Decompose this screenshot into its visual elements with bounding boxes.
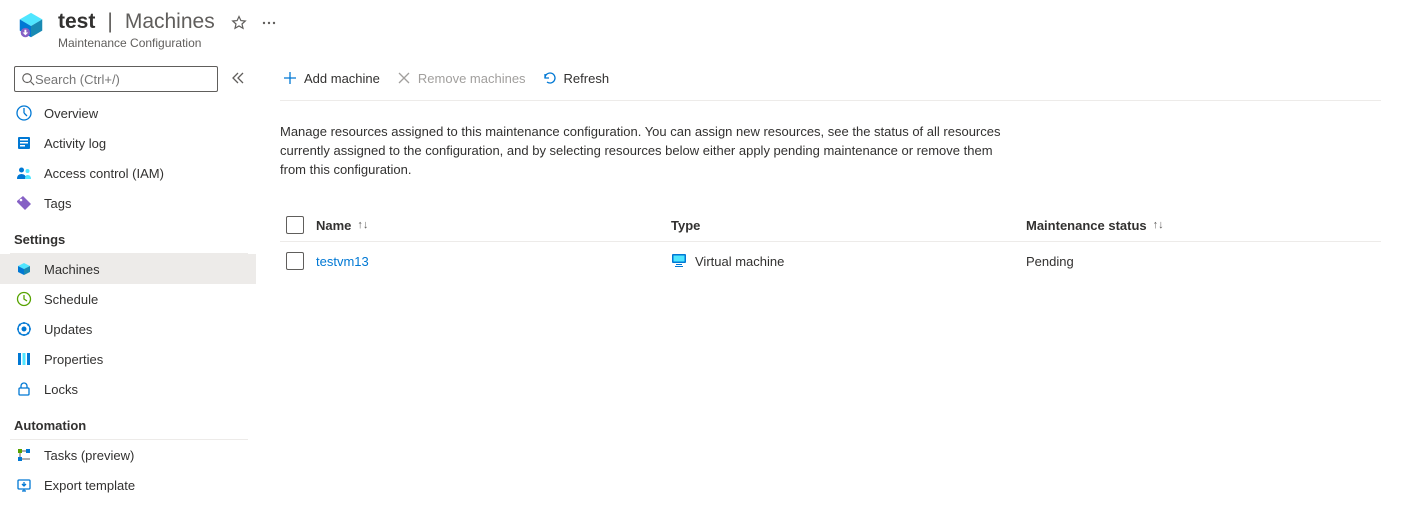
select-all-checkbox[interactable]	[286, 216, 304, 234]
schedule-icon	[16, 291, 32, 307]
collapse-sidebar-button[interactable]	[228, 68, 248, 91]
description-text: Manage resources assigned to this mainte…	[280, 101, 1020, 180]
activity-log-icon	[16, 135, 32, 151]
tasks-icon	[16, 447, 32, 463]
sidebar-section-settings: Settings	[0, 218, 256, 253]
page-header: test | Machines Maintenance Configuratio…	[0, 0, 1405, 60]
overview-icon	[16, 105, 32, 121]
sidebar-item-export-template[interactable]: Export template	[0, 470, 256, 500]
column-type[interactable]: Type	[671, 210, 1026, 241]
remove-machines-button: Remove machines	[394, 66, 528, 90]
sidebar-item-label: Overview	[44, 106, 98, 121]
machines-icon	[16, 261, 32, 277]
x-icon	[396, 70, 412, 86]
sidebar-item-updates[interactable]: Updates	[0, 314, 256, 344]
locks-icon	[16, 381, 32, 397]
sidebar-item-label: Schedule	[44, 292, 98, 307]
sidebar-item-properties[interactable]: Properties	[0, 344, 256, 374]
refresh-icon	[542, 70, 558, 86]
sidebar-item-locks[interactable]: Locks	[0, 374, 256, 404]
sidebar-item-label: Tasks (preview)	[44, 448, 134, 463]
sidebar-item-label: Properties	[44, 352, 103, 367]
search-input[interactable]	[35, 72, 211, 87]
sort-icon: ↑↓	[1153, 219, 1164, 231]
resource-link[interactable]: testvm13	[316, 254, 369, 269]
toolbar-label: Add machine	[304, 71, 380, 86]
column-label: Type	[671, 218, 700, 233]
plus-icon	[282, 70, 298, 86]
updates-icon	[16, 321, 32, 337]
sidebar-item-tags[interactable]: Tags	[0, 188, 256, 218]
maintenance-config-icon	[16, 10, 46, 43]
section-title: Machines	[125, 10, 215, 34]
more-actions-icon[interactable]	[261, 15, 277, 34]
title-separator: |	[105, 10, 114, 34]
sidebar-item-tasks[interactable]: Tasks (preview)	[0, 440, 256, 470]
sort-icon: ↑↓	[357, 219, 368, 231]
access-control-icon	[16, 165, 32, 181]
toolbar-label: Refresh	[564, 71, 610, 86]
sidebar-item-activity-log[interactable]: Activity log	[0, 128, 256, 158]
resource-name: test	[58, 10, 95, 34]
sidebar-item-label: Access control (IAM)	[44, 166, 164, 181]
table-header: Name ↑↓ Type Maintenance status ↑↓	[280, 210, 1381, 242]
tags-icon	[16, 195, 32, 211]
sidebar-item-machines[interactable]: Machines	[0, 254, 256, 284]
sidebar-section-automation: Automation	[0, 404, 256, 439]
toolbar-label: Remove machines	[418, 71, 526, 86]
vm-icon	[671, 252, 687, 271]
sidebar-item-label: Activity log	[44, 136, 106, 151]
column-label: Maintenance status	[1026, 218, 1147, 233]
sidebar-item-label: Tags	[44, 196, 71, 211]
type-label: Virtual machine	[695, 254, 784, 269]
sidebar-item-label: Export template	[44, 478, 135, 493]
sidebar-item-overview[interactable]: Overview	[0, 98, 256, 128]
toolbar: Add machine Remove machines Refresh	[280, 60, 1381, 100]
sidebar: Overview Activity log Access control (IA…	[0, 60, 256, 527]
export-template-icon	[16, 477, 32, 493]
favorite-star-icon[interactable]	[231, 15, 247, 34]
search-icon	[21, 72, 35, 86]
column-status[interactable]: Maintenance status ↑↓	[1026, 210, 1381, 241]
search-box[interactable]	[14, 66, 218, 92]
resource-type-label: Maintenance Configuration	[58, 36, 277, 50]
sidebar-item-access-control[interactable]: Access control (IAM)	[0, 158, 256, 188]
sidebar-item-label: Machines	[44, 262, 100, 277]
table-row[interactable]: testvm13 Virtual machine Pending	[280, 242, 1381, 281]
sidebar-item-label: Updates	[44, 322, 92, 337]
main-content: Add machine Remove machines Refresh Mana…	[256, 60, 1405, 527]
sidebar-item-schedule[interactable]: Schedule	[0, 284, 256, 314]
column-label: Name	[316, 218, 351, 233]
column-name[interactable]: Name ↑↓	[316, 210, 671, 241]
refresh-button[interactable]: Refresh	[540, 66, 612, 90]
sidebar-item-label: Locks	[44, 382, 78, 397]
row-checkbox[interactable]	[286, 252, 304, 270]
machines-table: Name ↑↓ Type Maintenance status ↑↓ testv…	[280, 210, 1381, 281]
properties-icon	[16, 351, 32, 367]
status-label: Pending	[1026, 254, 1074, 269]
add-machine-button[interactable]: Add machine	[280, 66, 382, 90]
